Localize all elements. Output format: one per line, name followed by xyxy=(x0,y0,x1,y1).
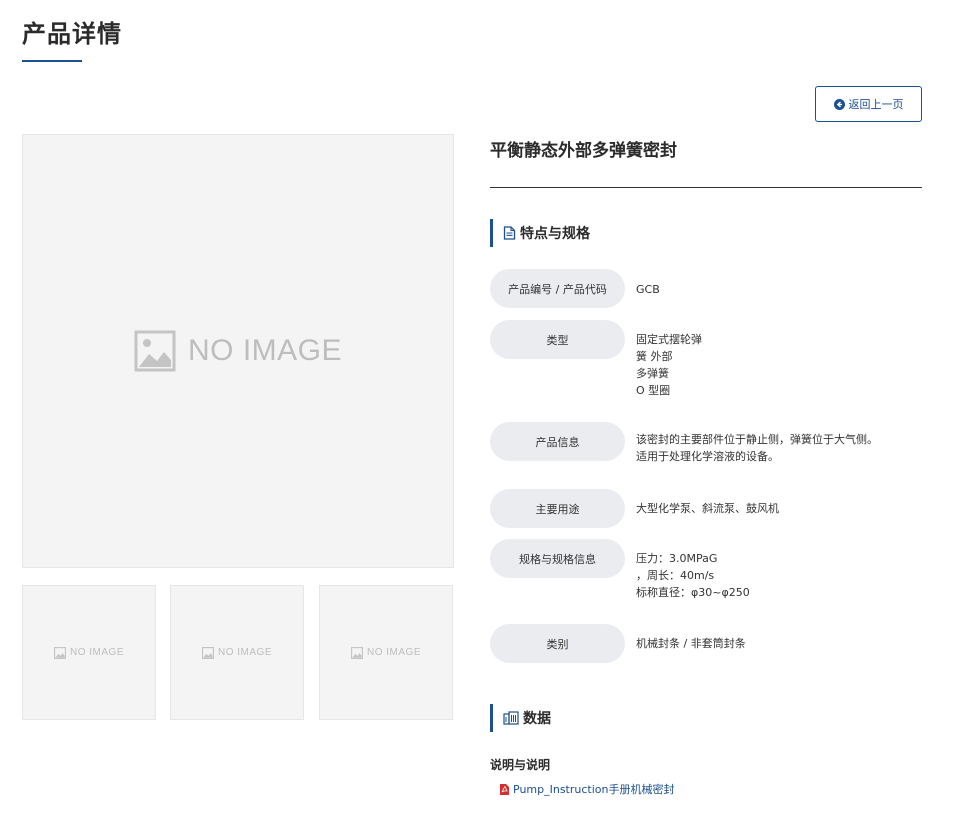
spec-value-line: 压力：3.0MPaG xyxy=(636,552,718,565)
spec-value-line: 机械封条 / 非套筒封条 xyxy=(636,637,746,650)
spec-value-line: 适用于处理化学溶液的设备。 xyxy=(636,450,779,463)
spec-value-specification: 压力：3.0MPaG ，周长：40m/s 标称直径：φ30~φ250 xyxy=(636,550,926,601)
specs-section-heading: 特点与规格 xyxy=(490,219,590,247)
no-image-text: NO IMAGE xyxy=(187,334,342,367)
building-icon xyxy=(503,711,519,725)
spec-value-type: 固定式摆轮弹 簧 外部 多弹簧 O 型圈 xyxy=(636,331,926,399)
no-image-text: NO IMAGE xyxy=(217,647,272,658)
no-image-text: NO IMAGE xyxy=(69,647,124,658)
manual-download-link[interactable]: Pump_Instruction手册机械密封 xyxy=(500,781,674,797)
spec-value-line: 该密封的主要部件位于静止侧，弹簧位于大气侧。 xyxy=(636,433,878,446)
spec-value-category: 机械封条 / 非套筒封条 xyxy=(636,635,926,652)
page-title: 产品详情 xyxy=(22,20,122,48)
data-section-heading: 数据 xyxy=(490,704,551,732)
thumbnail-3[interactable]: NO IMAGE xyxy=(319,585,453,720)
spec-value-line: 固定式摆轮弹 xyxy=(636,333,702,346)
specs-section-title: 特点与规格 xyxy=(520,226,590,242)
spec-value-line: 大型化学泵、斜流泵、鼓风机 xyxy=(636,502,779,515)
back-button-label: 返回上一页 xyxy=(848,98,904,111)
spec-value-line: O 型圈 xyxy=(636,384,671,397)
spec-label-product-code: 产品编号 / 产品代码 xyxy=(490,269,625,308)
spec-label-specification: 规格与规格信息 xyxy=(490,539,625,578)
image-placeholder-icon xyxy=(201,646,214,659)
manual-link-label: Pump_Instruction手册机械密封 xyxy=(513,783,675,796)
spec-value-line: GCB xyxy=(636,283,660,296)
thumbnail-2[interactable]: NO IMAGE xyxy=(170,585,304,720)
divider xyxy=(490,187,922,188)
pdf-icon xyxy=(500,783,509,795)
spec-value-product-info: 该密封的主要部件位于静止侧，弹簧位于大气侧。 适用于处理化学溶液的设备。 xyxy=(636,431,926,465)
spec-label-type: 类型 xyxy=(490,320,625,359)
image-placeholder-icon xyxy=(53,646,66,659)
document-icon xyxy=(503,226,516,240)
spec-value-line: 多弹簧 xyxy=(636,367,669,380)
spec-label-product-info: 产品信息 xyxy=(490,422,625,461)
thumbnail-1[interactable]: NO IMAGE xyxy=(22,585,156,720)
spec-value-line: 标称直径：φ30~φ250 xyxy=(636,586,750,599)
spec-label-main-use: 主要用途 xyxy=(490,489,625,528)
arrow-left-circle-icon xyxy=(833,98,845,110)
data-section-title: 数据 xyxy=(523,711,551,727)
spec-label-category: 类别 xyxy=(490,624,625,663)
spec-value-line: ，周长：40m/s xyxy=(636,569,715,582)
product-name: 平衡静态外部多弹簧密封 xyxy=(490,141,677,161)
title-underline xyxy=(22,60,82,62)
spec-value-line: 簧 外部 xyxy=(636,350,673,363)
main-product-image: NO IMAGE xyxy=(22,134,454,568)
back-button[interactable]: 返回上一页 xyxy=(815,86,922,122)
no-image-text: NO IMAGE xyxy=(366,647,421,658)
spec-value-product-code: GCB xyxy=(636,281,926,298)
spec-value-main-use: 大型化学泵、斜流泵、鼓风机 xyxy=(636,500,926,517)
document-subheading: 说明与说明 xyxy=(490,758,551,772)
image-placeholder-icon xyxy=(350,646,363,659)
image-placeholder-icon xyxy=(134,330,176,372)
